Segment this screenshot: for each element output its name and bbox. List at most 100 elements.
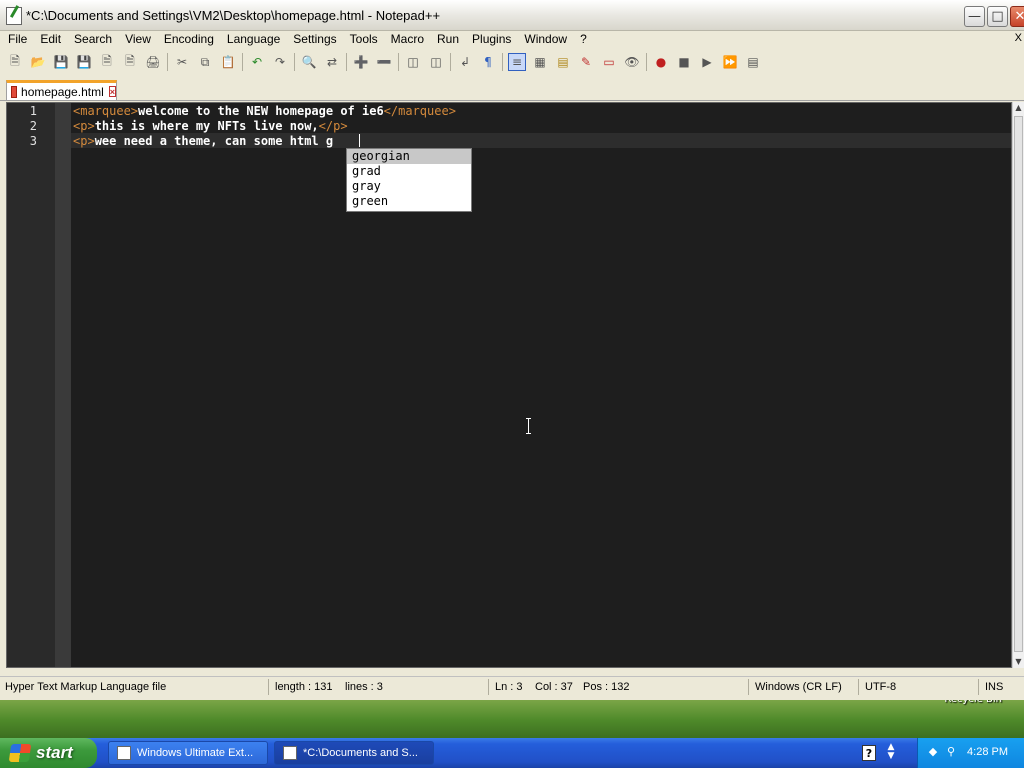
redo-icon[interactable]: ↷ (271, 53, 289, 71)
menu-search[interactable]: Search (69, 32, 117, 46)
minimize-button[interactable]: — (964, 6, 985, 27)
paste-icon[interactable]: 📋 (219, 53, 237, 71)
close-icon: ✕ (1014, 9, 1024, 24)
menu-plugins[interactable]: Plugins (467, 32, 516, 46)
toolbar-separator (646, 53, 647, 71)
stop-macro-icon[interactable]: ■ (675, 53, 693, 71)
window-title: *C:\Documents and Settings\VM2\Desktop\h… (26, 8, 441, 23)
maximize-icon: □ (991, 9, 1004, 24)
modified-file-icon (11, 85, 18, 98)
sync-horizontal-icon[interactable]: ◫ (427, 53, 445, 71)
taskbar-button-label: *C:\Documents and S... (303, 747, 418, 759)
code-line[interactable]: <marquee>welcome to the NEW homepage of … (73, 104, 456, 118)
monitor-icon[interactable]: ▭ (600, 53, 618, 71)
status-bar: Hyper Text Markup Language file length :… (0, 676, 1024, 697)
menu-macro[interactable]: Macro (386, 32, 429, 46)
folder-workspace-icon[interactable]: ✎ (577, 53, 595, 71)
help-icon[interactable]: ? (862, 745, 876, 761)
code-text: this is where my NFTs live now, (94, 119, 319, 133)
autocomplete-item[interactable]: green (347, 194, 471, 209)
indent-guide-icon[interactable]: ≡ (508, 53, 526, 71)
status-separator (978, 679, 979, 695)
menu-view[interactable]: View (120, 32, 156, 46)
play-macro-icon[interactable]: ▶ (698, 53, 716, 71)
clock[interactable]: 4:28 PM (967, 746, 1008, 758)
search-icon[interactable]: ⚲ (944, 745, 958, 759)
menu-file[interactable]: File (3, 32, 32, 46)
zoom-in-icon[interactable]: ➕ (352, 53, 370, 71)
code-line[interactable]: <p>wee need a theme, can some html g (73, 134, 333, 148)
status-insert-mode[interactable]: INS (985, 681, 1003, 693)
code-line[interactable]: <p>this is where my NFTs live now,</p> (73, 119, 348, 133)
menu-run[interactable]: Run (432, 32, 464, 46)
word-wrap-icon[interactable]: ↲ (456, 53, 474, 71)
status-separator (748, 679, 749, 695)
cut-icon[interactable]: ✂ (173, 53, 191, 71)
record-macro-icon[interactable]: ● (652, 53, 670, 71)
notepadpp-icon (283, 746, 297, 760)
autocomplete-item[interactable]: gray (347, 179, 471, 194)
code-text: welcome to the NEW homepage of ie6 (138, 104, 384, 118)
doc-map-icon[interactable]: ▦ (531, 53, 549, 71)
windows-logo-icon (8, 744, 32, 762)
scroll-down-icon[interactable]: ▼ (1013, 656, 1024, 668)
start-label: start (36, 743, 73, 762)
vertical-scrollbar[interactable]: ▲ ▼ (1012, 102, 1024, 668)
application-icon (117, 746, 131, 760)
close-document-x[interactable]: X (1015, 32, 1022, 44)
replace-icon[interactable]: ⇄ (323, 53, 341, 71)
toolbar-separator (346, 53, 347, 71)
status-encoding[interactable]: UTF-8 (865, 681, 896, 693)
save-icon[interactable]: 💾 (52, 53, 70, 71)
title-bar[interactable]: *C:\Documents and Settings\VM2\Desktop\h… (0, 0, 1024, 31)
scrollbar-thumb[interactable] (1014, 116, 1023, 652)
open-file-icon[interactable]: 📂 (29, 53, 47, 71)
undo-icon[interactable]: ↶ (248, 53, 266, 71)
menu-language[interactable]: Language (222, 32, 285, 46)
find-icon[interactable]: 🔍 (300, 53, 318, 71)
menu-edit[interactable]: Edit (35, 32, 66, 46)
html-tag: <p> (73, 119, 95, 133)
eye-icon[interactable]: 👁 (623, 53, 641, 71)
print-icon[interactable]: 🖨 (144, 53, 162, 71)
show-all-chars-icon[interactable]: ¶ (479, 53, 497, 71)
close-window-button[interactable]: ✕ (1010, 6, 1024, 27)
save-macro-icon[interactable]: ▤ (744, 53, 762, 71)
menu-settings[interactable]: Settings (288, 32, 341, 46)
close-file-icon[interactable]: 🗎 (98, 53, 116, 71)
taskbar-button-notepadpp[interactable]: *C:\Documents and S... (274, 741, 434, 765)
save-all-icon[interactable]: 💾 (75, 53, 93, 71)
autocomplete-item[interactable]: georgian (347, 149, 471, 164)
tab-close-icon[interactable]: × (108, 86, 116, 97)
maximize-button[interactable]: □ (987, 6, 1008, 27)
toolbar-separator (294, 53, 295, 71)
new-file-icon[interactable]: 🗎 (6, 53, 24, 71)
sync-vertical-icon[interactable]: ◫ (404, 53, 422, 71)
close-all-icon[interactable]: 🗎 (121, 53, 139, 71)
tab-homepage-html[interactable]: homepage.html × (6, 80, 117, 100)
start-button[interactable]: start (0, 738, 97, 768)
toolbar-separator (450, 53, 451, 71)
taskbar-button-label: Windows Ultimate Ext... (137, 747, 254, 759)
autocomplete-item[interactable]: grad (347, 164, 471, 179)
taskbar-button-windows-ultimate[interactable]: Windows Ultimate Ext... (108, 741, 268, 765)
notepadpp-app-icon[interactable] (6, 7, 22, 25)
status-eol[interactable]: Windows (CR LF) (755, 681, 842, 693)
system-tray: ◆ ⚲ 4:28 PM (917, 738, 1024, 768)
menu-tools[interactable]: Tools (345, 32, 383, 46)
html-tag: <p> (73, 134, 95, 148)
editor-area[interactable]: 1 2 3 <marquee>welcome to the NEW homepa… (6, 102, 1012, 668)
line-number: 1 (29, 104, 37, 118)
run-macro-multiple-icon[interactable]: ⏩ (721, 53, 739, 71)
network-icon[interactable]: ◆ (926, 745, 940, 759)
toolbar: 🗎 📂 💾 💾 🗎 🗎 🖨 ✂ ⧉ 📋 ↶ ↷ 🔍 ⇄ ➕ ➖ ◫ ◫ ↲ ¶ … (0, 50, 1024, 74)
function-list-icon[interactable]: ▤ (554, 53, 572, 71)
menu-window[interactable]: Window (519, 32, 572, 46)
language-bar-icon[interactable]: ▲ ▼ (886, 743, 896, 763)
scroll-up-icon[interactable]: ▲ (1013, 102, 1024, 114)
fold-margin[interactable] (55, 103, 71, 667)
zoom-out-icon[interactable]: ➖ (375, 53, 393, 71)
menu-help[interactable]: ? (575, 32, 592, 46)
menu-encoding[interactable]: Encoding (159, 32, 219, 46)
copy-icon[interactable]: ⧉ (196, 53, 214, 71)
